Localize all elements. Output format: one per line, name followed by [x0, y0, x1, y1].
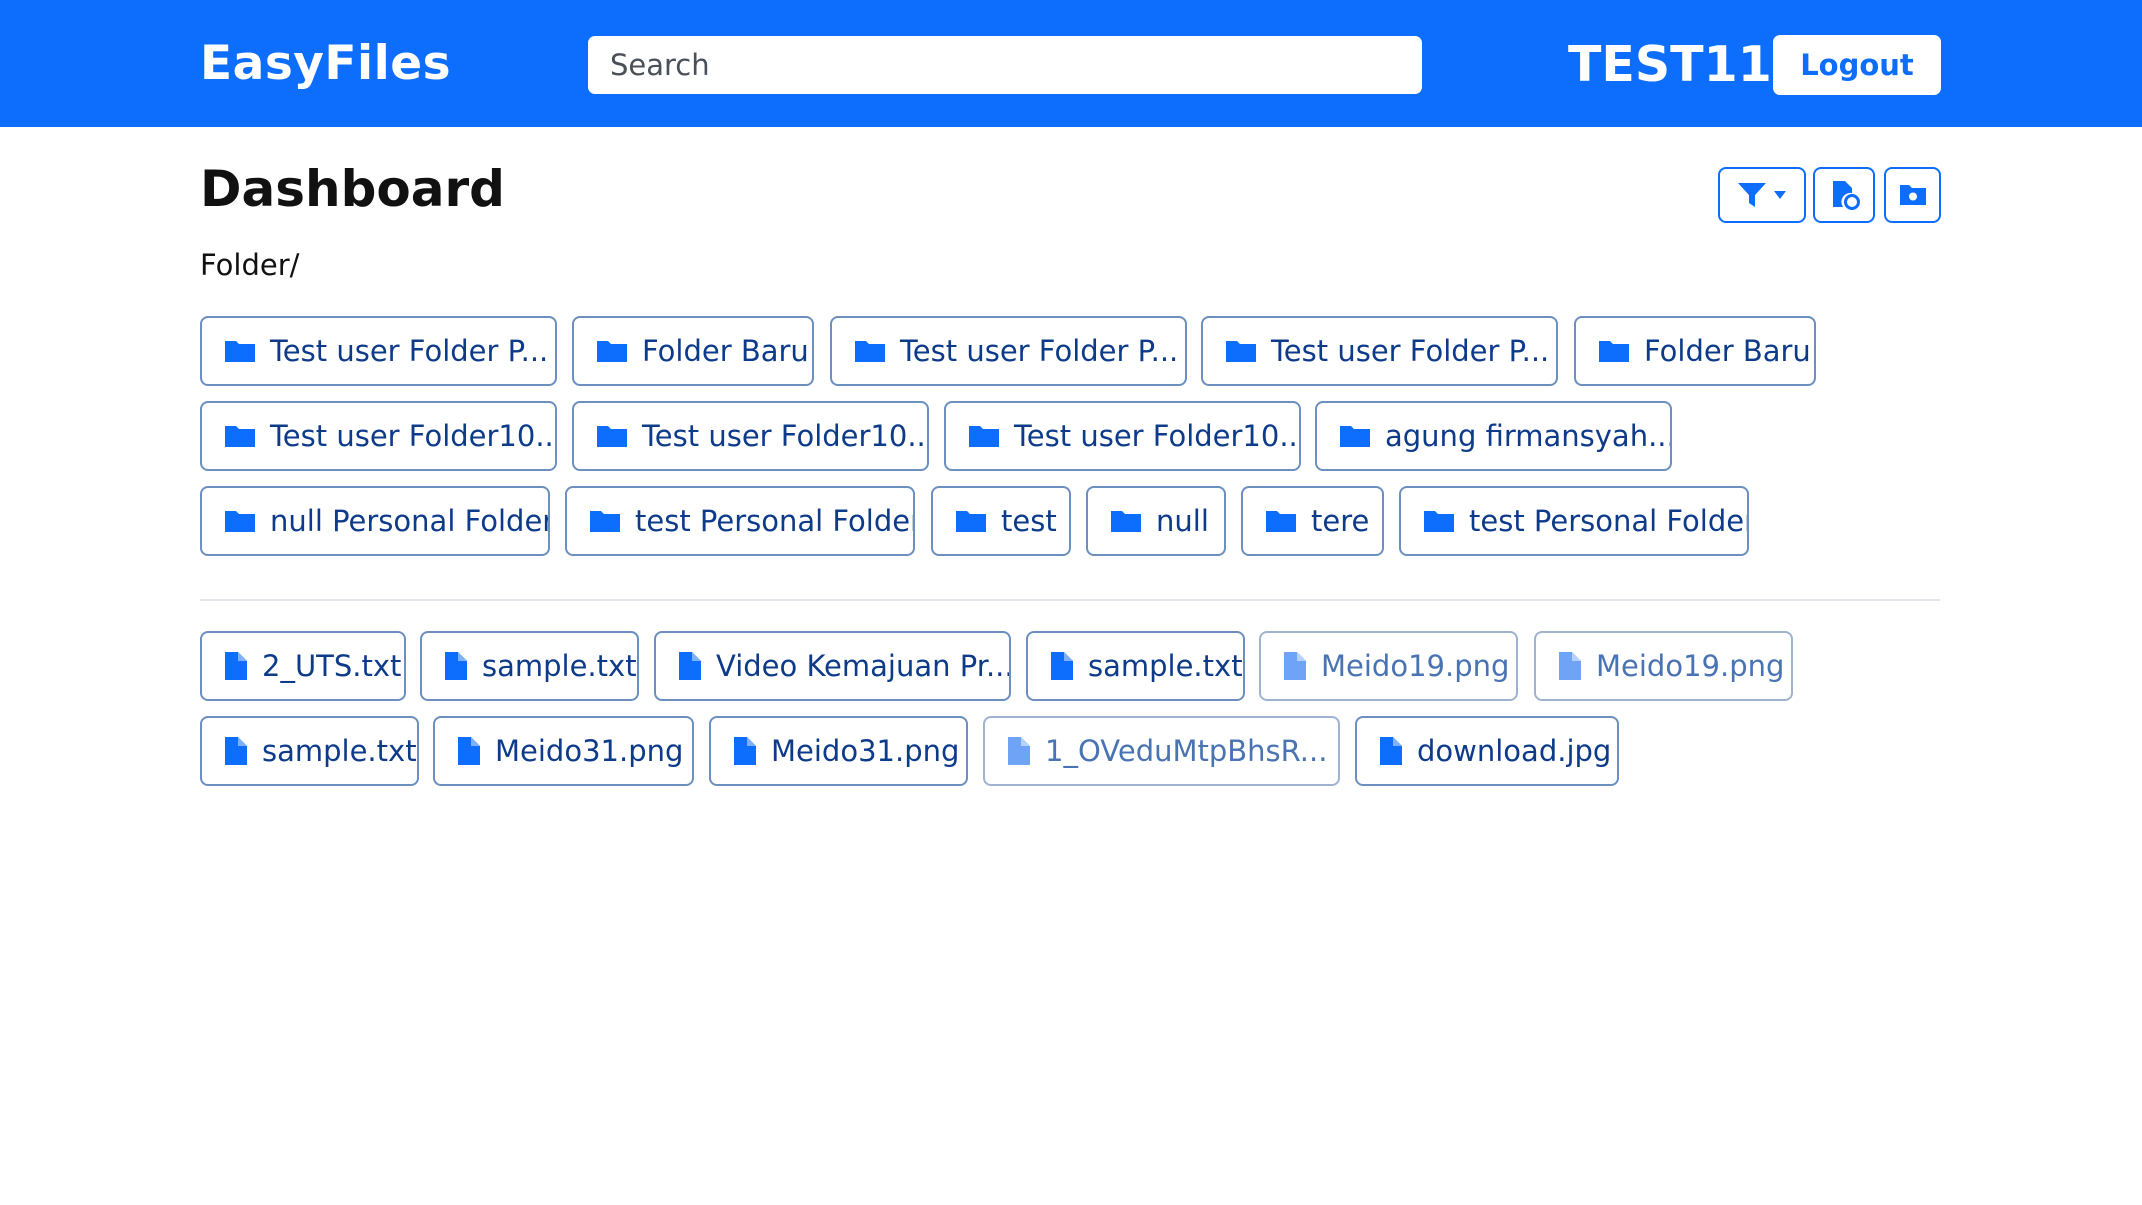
folder-icon: [1339, 423, 1371, 449]
file-label: sample.txt: [262, 734, 417, 768]
folder-icon: [224, 338, 256, 364]
brand-logo[interactable]: EasyFiles: [200, 36, 451, 91]
file-plus-icon: [1828, 179, 1860, 211]
top-navbar: EasyFiles TEST11 Logout: [0, 0, 2142, 127]
page-title: Dashboard: [200, 160, 505, 218]
folder-icon: [955, 508, 987, 534]
folder-item[interactable]: null Personal Folder: [200, 486, 550, 556]
folder-label: Test user Folder P...: [270, 334, 549, 368]
folder-icon: [1265, 508, 1297, 534]
caret-down-icon: [1773, 190, 1787, 200]
file-label: Meido31.png: [495, 734, 684, 768]
file-icon: [444, 651, 468, 681]
folder-icon: [224, 423, 256, 449]
folder-label: Folder Baru: [1644, 334, 1811, 368]
folder-label: test Personal Folder: [635, 504, 915, 538]
folder-label: Test user Folder10...: [270, 419, 557, 453]
image-file-icon: [1558, 651, 1582, 681]
file-icon: [1050, 651, 1074, 681]
folder-item[interactable]: test: [931, 486, 1071, 556]
folder-label: Test user Folder10...: [1014, 419, 1301, 453]
image-file-icon: [1283, 651, 1307, 681]
folder-plus-icon: [1898, 181, 1928, 209]
folder-label: Test user Folder P...: [900, 334, 1179, 368]
file-label: sample.txt: [482, 649, 637, 683]
file-item[interactable]: 1_OVeduMtpBhsR...: [983, 716, 1340, 786]
folder-item[interactable]: Test user Folder10...: [944, 401, 1301, 471]
file-label: 2_UTS.txt: [262, 649, 402, 683]
folder-label: null Personal Folder: [270, 504, 550, 538]
file-label: Meido31.png: [771, 734, 960, 768]
folder-item[interactable]: test Personal Folder: [565, 486, 915, 556]
add-folder-button[interactable]: [1884, 167, 1941, 223]
folder-icon: [968, 423, 1000, 449]
folder-item[interactable]: tere: [1241, 486, 1384, 556]
folder-icon: [854, 338, 886, 364]
folder-label: Test user Folder10...: [642, 419, 929, 453]
filter-icon: [1737, 181, 1767, 209]
section-divider: [200, 599, 1940, 601]
folder-label: test: [1001, 504, 1057, 538]
folder-item[interactable]: Test user Folder10...: [200, 401, 557, 471]
folder-icon: [596, 423, 628, 449]
breadcrumb: Folder/: [200, 248, 300, 282]
file-item[interactable]: Meido19.png: [1534, 631, 1793, 701]
folder-item[interactable]: Folder Baru: [572, 316, 814, 386]
folder-item[interactable]: Test user Folder P...: [200, 316, 557, 386]
file-item[interactable]: sample.txt: [1026, 631, 1245, 701]
logout-button[interactable]: Logout: [1773, 35, 1941, 95]
file-icon: [224, 651, 248, 681]
folder-item[interactable]: test Personal Folder: [1399, 486, 1749, 556]
file-item[interactable]: Meido31.png: [433, 716, 694, 786]
folder-icon: [1225, 338, 1257, 364]
folder-label: Test user Folder P...: [1271, 334, 1550, 368]
filter-dropdown-button[interactable]: [1718, 167, 1806, 223]
search-input[interactable]: [588, 36, 1422, 94]
file-label: Meido19.png: [1321, 649, 1510, 683]
folder-label: Folder Baru: [642, 334, 809, 368]
file-item[interactable]: Meido31.png: [709, 716, 968, 786]
file-label: Meido19.png: [1596, 649, 1785, 683]
file-icon: [678, 651, 702, 681]
folder-label: tere: [1311, 504, 1370, 538]
file-icon: [224, 736, 248, 766]
file-item[interactable]: Video Kemajuan Pr...: [654, 631, 1011, 701]
folder-label: test Personal Folder: [1469, 504, 1749, 538]
file-icon: [457, 736, 481, 766]
folder-item[interactable]: Folder Baru: [1574, 316, 1816, 386]
file-item[interactable]: download.jpg: [1355, 716, 1619, 786]
file-label: 1_OVeduMtpBhsR...: [1045, 734, 1328, 768]
folder-icon: [1598, 338, 1630, 364]
file-label: sample.txt: [1088, 649, 1243, 683]
folder-item[interactable]: agung firmansyah...: [1315, 401, 1672, 471]
file-label: Video Kemajuan Pr...: [716, 649, 1011, 683]
file-item[interactable]: sample.txt: [420, 631, 639, 701]
folder-icon: [1423, 508, 1455, 534]
file-icon: [733, 736, 757, 766]
folder-item[interactable]: Test user Folder P...: [1201, 316, 1558, 386]
folder-label: null: [1156, 504, 1209, 538]
folder-item[interactable]: Test user Folder10...: [572, 401, 929, 471]
file-item[interactable]: 2_UTS.txt: [200, 631, 406, 701]
file-label: download.jpg: [1417, 734, 1612, 768]
folder-item[interactable]: Test user Folder P...: [830, 316, 1187, 386]
file-item[interactable]: sample.txt: [200, 716, 419, 786]
folder-label: agung firmansyah...: [1385, 419, 1672, 453]
folder-icon: [224, 508, 256, 534]
add-file-button[interactable]: [1813, 167, 1875, 223]
folder-item[interactable]: null: [1086, 486, 1226, 556]
folder-icon: [589, 508, 621, 534]
file-icon: [1379, 736, 1403, 766]
image-file-icon: [1007, 736, 1031, 766]
folder-icon: [1110, 508, 1142, 534]
folder-icon: [596, 338, 628, 364]
username-label: TEST11: [1568, 36, 1772, 93]
file-item[interactable]: Meido19.png: [1259, 631, 1518, 701]
